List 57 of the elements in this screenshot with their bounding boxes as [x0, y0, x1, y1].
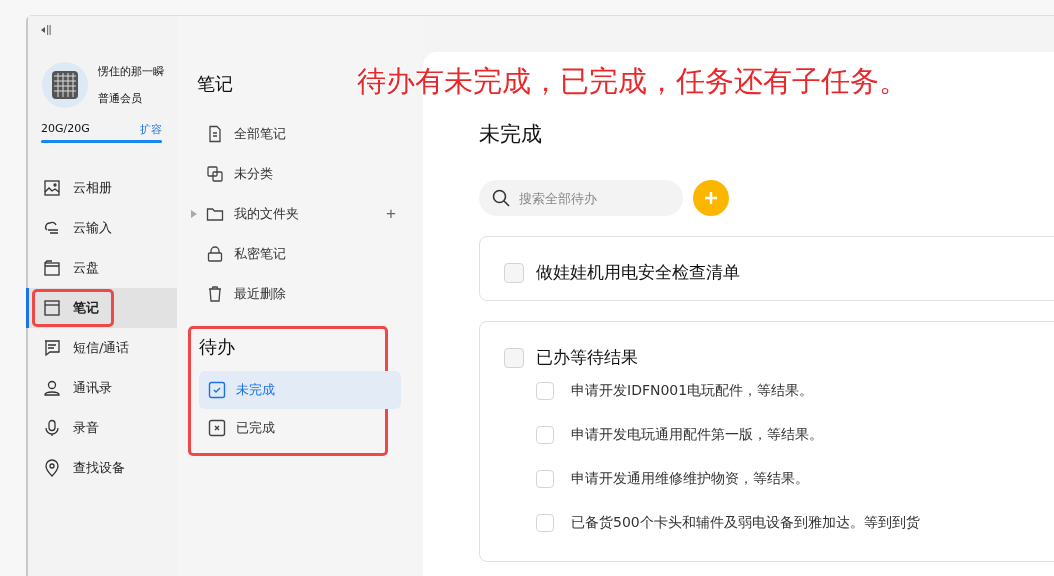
collapse-icon[interactable] [40, 24, 52, 36]
notes-item[interactable]: 私密笔记 [206, 245, 286, 263]
note-icon [43, 299, 61, 317]
task-title: 已办等待结果 [536, 346, 638, 369]
subtask-checkbox[interactable] [536, 426, 554, 444]
nav-item[interactable]: 云盘 [32, 249, 114, 287]
nav-item[interactable]: 查找设备 [32, 449, 140, 487]
mic-icon [43, 419, 61, 437]
notes-item[interactable]: 我的文件夹 [206, 205, 299, 223]
task-checkbox[interactable] [504, 262, 524, 283]
task-title: 做娃娃机用电安全检查清单 [536, 261, 740, 284]
nav-item[interactable]: 录音 [32, 409, 114, 447]
add-button[interactable] [693, 180, 729, 216]
pin-icon [43, 459, 61, 477]
todo-filter-item[interactable]: 已完成 [199, 409, 401, 447]
nav-item[interactable]: 通讯录 [32, 369, 127, 407]
search-field[interactable]: 搜索全部待办 [479, 180, 683, 216]
storage-usage: 20G/20G [41, 122, 90, 137]
expand-link[interactable]: 扩容 [140, 122, 162, 137]
expand-arrow-icon[interactable] [191, 210, 197, 218]
nav-item[interactable]: 云相册 [32, 169, 127, 207]
annotation-text: 待办有未完成，已完成，任务还有子任务。 [357, 63, 908, 100]
task-checkbox[interactable] [504, 347, 524, 368]
membership-label: 普通会员 [98, 91, 143, 106]
notes-item[interactable]: 未分类 [206, 165, 273, 183]
plus-icon [703, 190, 719, 206]
document-icon [206, 125, 224, 143]
lock-icon [206, 245, 224, 263]
subtask-title: 申请开发IDFN001电玩配件，等结果。 [571, 382, 814, 400]
trash-icon [206, 285, 224, 303]
todo-filter-item[interactable]: 未完成 [199, 371, 401, 409]
subtask-title: 已备货500个卡头和辅件及弱电设备到雅加达。等到到货 [571, 514, 920, 532]
subtask-checkbox[interactable] [536, 470, 554, 488]
nav-item[interactable]: 短信/通话 [32, 329, 145, 367]
cloud-icon [43, 219, 61, 237]
add-folder-button[interactable]: + [386, 204, 396, 224]
cross-box-icon [208, 419, 226, 437]
section-heading: 待办 [199, 335, 236, 359]
checkbox-icon [208, 381, 226, 399]
page-title: 未完成 [479, 122, 542, 146]
copy-icon [206, 165, 224, 183]
folder-icon [206, 205, 224, 223]
nav-item[interactable]: 云输入 [32, 209, 127, 247]
avatar [42, 62, 88, 108]
nav-item[interactable]: 笔记 [32, 289, 114, 327]
subtask-checkbox[interactable] [536, 382, 554, 400]
user-name: 愣住的那一瞬 [98, 64, 164, 79]
message-icon [43, 339, 61, 357]
search-icon [491, 188, 511, 208]
section-heading: 笔记 [197, 73, 233, 94]
photo-icon [43, 179, 61, 197]
contact-icon [43, 379, 61, 397]
subtask-title: 申请开发电玩通用配件第一版，等结果。 [571, 426, 823, 444]
subtask-title: 申请开发通用维修维护物资，等结果。 [571, 470, 809, 488]
notes-item[interactable]: 最近删除 [206, 285, 286, 303]
notes-item[interactable]: 全部笔记 [206, 125, 286, 143]
subtask-checkbox[interactable] [536, 514, 554, 532]
